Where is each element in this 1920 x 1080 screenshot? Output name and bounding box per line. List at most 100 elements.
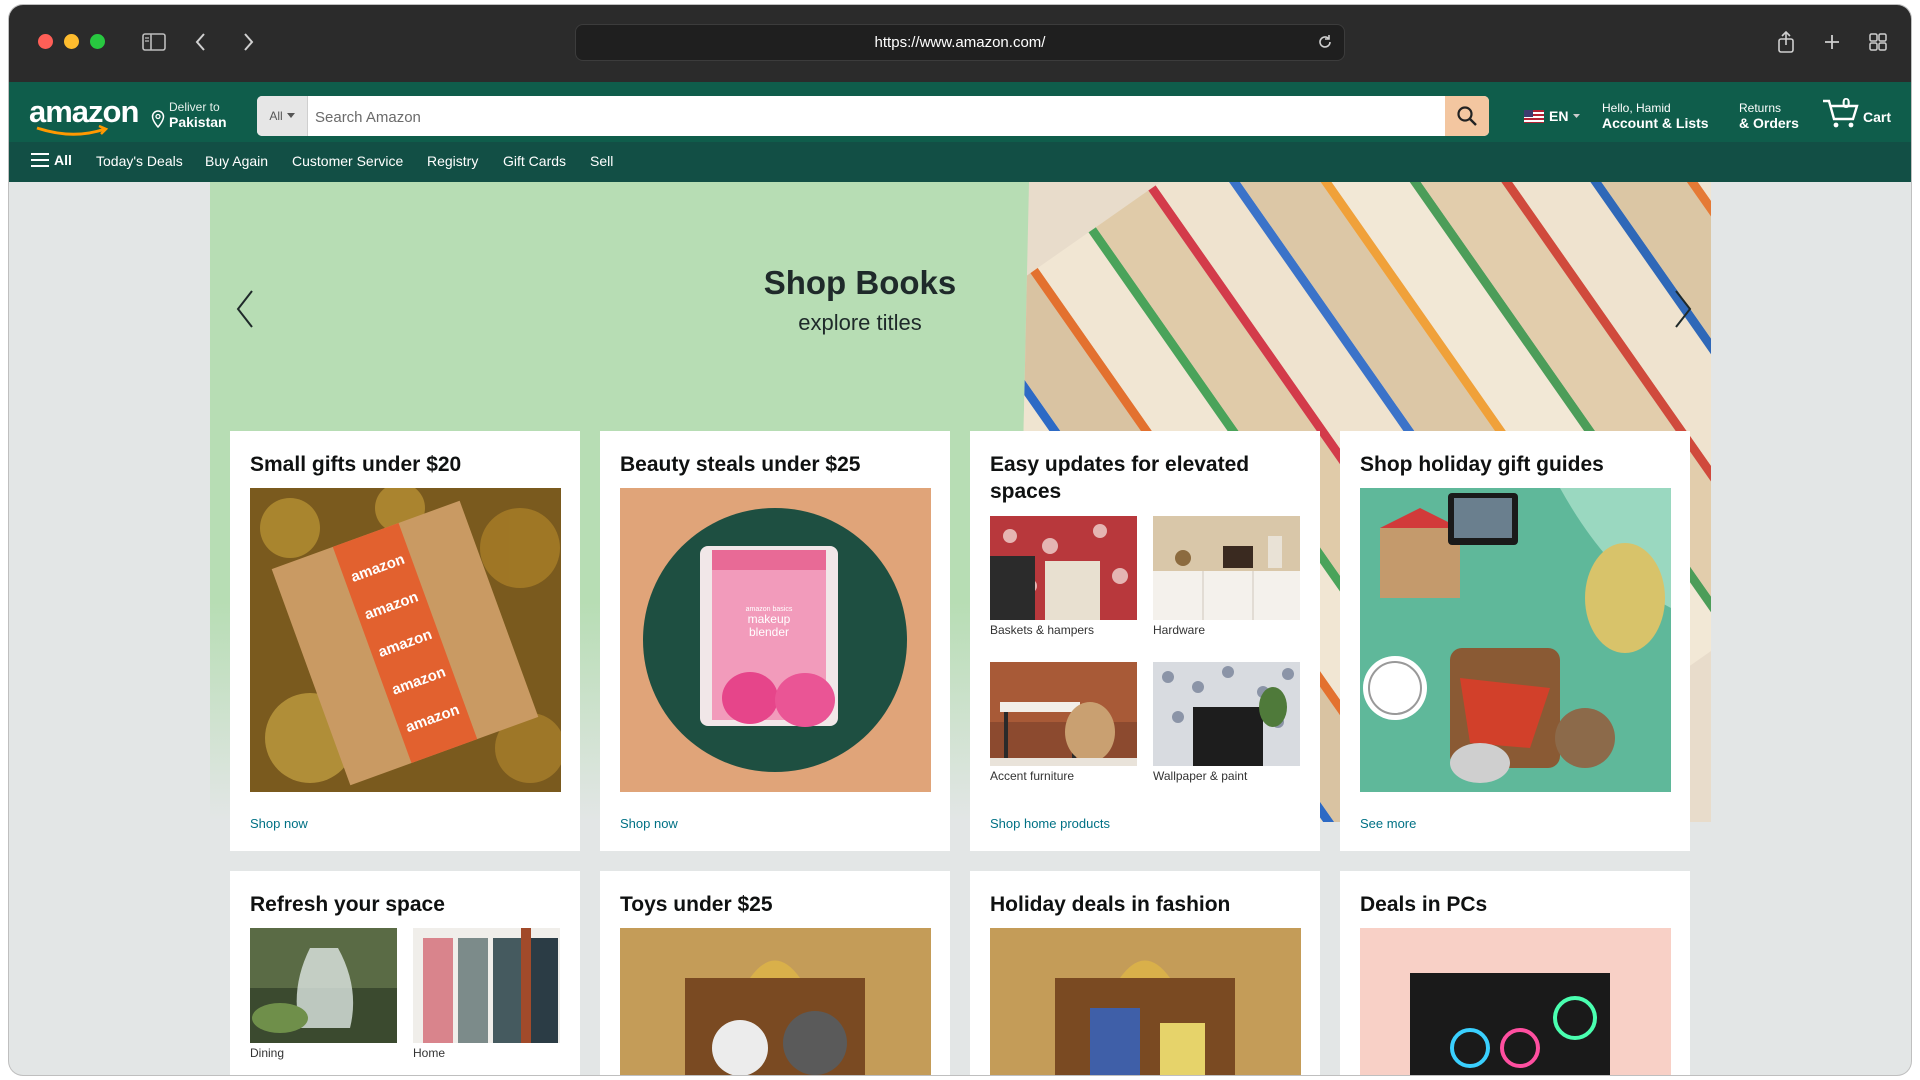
browser-window: https://www.amazon.com/ amazon Deliver t… (9, 5, 1911, 1075)
gift-box-image[interactable]: amazon amazon amazon amazon amazon (250, 488, 561, 792)
pc-image[interactable] (1360, 928, 1671, 1075)
nav-item-customer-service[interactable]: Customer Service (292, 153, 403, 169)
see-more-link[interactable]: See more (1360, 816, 1416, 831)
dining-image (250, 928, 397, 1043)
tile-label: Accent furniture (990, 769, 1075, 783)
deliver-country: Pakistan (169, 114, 227, 130)
card-toys-under-25: Toys under $25 (600, 871, 950, 1075)
furniture-image (990, 662, 1137, 766)
nav-all-menu[interactable]: All (31, 152, 72, 168)
product-name-line2: blender (748, 625, 790, 639)
card-title: Deals in PCs (1360, 893, 1488, 916)
card-title: Holiday deals in fashion (990, 893, 1231, 916)
nav-all-label: All (54, 152, 72, 168)
search-icon (1457, 106, 1477, 126)
orders-label: & Orders (1739, 115, 1799, 131)
product-label: amazon basics makeup blender (712, 606, 826, 639)
new-tab-icon[interactable] (1815, 25, 1849, 59)
address-bar[interactable]: https://www.amazon.com/ (575, 24, 1345, 61)
back-icon[interactable] (184, 25, 218, 59)
card-title: Refresh your space (250, 893, 445, 916)
card-title: Easy updates for elevated spaces (990, 453, 1250, 503)
site-header: amazon Deliver to Pakistan All EN Hello,… (9, 82, 1911, 142)
card-beauty-steals: Beauty steals under $25 amazon basics ma… (600, 431, 950, 851)
nav-item-todays-deals[interactable]: Today's Deals (96, 153, 183, 169)
card-easy-updates: Easy updates for elevated spaces Baskets… (970, 431, 1320, 851)
carousel-prev-icon[interactable] (234, 287, 258, 336)
forward-icon[interactable] (231, 25, 265, 59)
wallpaper-image (1153, 662, 1300, 766)
search-button[interactable] (1445, 96, 1489, 136)
tile-label: Home (413, 1046, 446, 1060)
language-selector[interactable]: EN (1524, 108, 1581, 124)
share-icon[interactable] (1769, 25, 1803, 59)
tile-accent-furniture[interactable]: Accent furniture (990, 662, 1137, 783)
hamburger-menu-icon (31, 153, 49, 167)
card-title: Small gifts under $20 (250, 453, 462, 476)
card-title: Toys under $25 (620, 893, 773, 916)
fashion-image[interactable] (990, 928, 1301, 1075)
language-label: EN (1549, 108, 1569, 124)
hero-subtitle: explore titles (798, 310, 922, 335)
tile-label: Hardware (1153, 623, 1206, 637)
chevron-down-icon (286, 113, 295, 118)
card-refresh-your-space: Refresh your space Dining Home (230, 871, 580, 1075)
deliver-label: Deliver to (169, 100, 220, 114)
returns-orders-link[interactable]: Returns & Orders (1739, 101, 1799, 131)
hardware-image (1153, 516, 1300, 620)
gift-guides-image[interactable] (1360, 488, 1671, 792)
deliver-to[interactable]: Deliver to Pakistan (151, 100, 227, 130)
us-flag-icon (1524, 109, 1544, 123)
baskets-image (990, 516, 1137, 620)
chevron-down-icon (1573, 113, 1581, 118)
address-bar-url: https://www.amazon.com/ (874, 34, 1046, 51)
browser-toolbar: https://www.amazon.com/ (9, 5, 1911, 82)
reload-icon[interactable] (1316, 33, 1334, 56)
nav-item-gift-cards[interactable]: Gift Cards (503, 153, 566, 169)
shop-now-link[interactable]: Shop now (250, 816, 308, 831)
carousel-next-icon[interactable] (1670, 287, 1694, 336)
tile-dining[interactable]: Dining (250, 928, 397, 1060)
tile-wallpaper-paint[interactable]: Wallpaper & paint (1153, 662, 1300, 783)
card-holiday-gift-guides: Shop holiday gift guides See more (1340, 431, 1690, 851)
card-title: Shop holiday gift guides (1360, 453, 1604, 476)
toys-image[interactable] (620, 928, 931, 1075)
cart-button[interactable]: 0 Cart (1821, 95, 1892, 129)
account-greeting: Hello, Hamid (1602, 101, 1671, 115)
nav-bar: All Today's Deals Buy Again Customer Ser… (9, 142, 1911, 182)
returns-label: Returns (1739, 101, 1782, 115)
search-category-dropdown[interactable]: All (257, 96, 308, 136)
search-input[interactable] (313, 96, 1427, 136)
nav-item-buy-again[interactable]: Buy Again (205, 153, 268, 169)
search-category-label: All (269, 109, 283, 123)
shop-home-products-link[interactable]: Shop home products (990, 816, 1110, 831)
amazon-smile-icon (36, 124, 109, 136)
tile-label: Dining (250, 1046, 285, 1060)
search-bar: All (257, 96, 1489, 136)
card-small-gifts: Small gifts under $20 amazon amazon amaz… (230, 431, 580, 851)
card-holiday-deals-fashion: Holiday deals in fashion (970, 871, 1320, 1075)
minimize-window-button[interactable] (64, 34, 79, 49)
tile-baskets-hampers[interactable]: Baskets & hampers (990, 516, 1137, 637)
tile-home[interactable]: Home (413, 928, 560, 1060)
location-pin-icon (151, 110, 165, 128)
shop-now-link[interactable]: Shop now (620, 816, 678, 831)
account-label: Account & Lists (1602, 115, 1709, 131)
hero-title: Shop Books (763, 264, 957, 301)
account-menu[interactable]: Hello, Hamid Account & Lists (1602, 101, 1709, 131)
card-title: Beauty steals under $25 (620, 453, 861, 476)
cart-count: 0 (1842, 95, 1851, 112)
cart-icon (1823, 99, 1859, 128)
tile-label: Wallpaper & paint (1153, 769, 1248, 783)
tab-overview-icon[interactable] (1861, 25, 1895, 59)
nav-item-registry[interactable]: Registry (427, 153, 478, 169)
cart-label: Cart (1863, 109, 1892, 125)
nav-item-sell[interactable]: Sell (590, 153, 613, 169)
tile-hardware[interactable]: Hardware (1153, 516, 1300, 637)
sidebar-toggle-icon[interactable] (137, 25, 171, 59)
zoom-window-button[interactable] (90, 34, 105, 49)
home-image (413, 928, 560, 1043)
close-window-button[interactable] (38, 34, 53, 49)
makeup-blender-image[interactable]: amazon basics makeup blender (620, 488, 931, 792)
tile-label: Baskets & hampers (990, 623, 1095, 637)
